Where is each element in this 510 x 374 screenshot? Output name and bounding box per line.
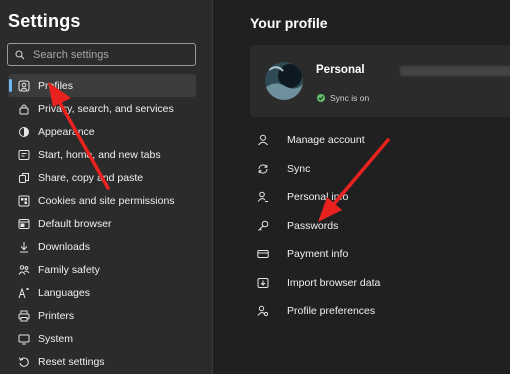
page-title: Settings xyxy=(8,11,81,31)
download-icon xyxy=(18,241,30,253)
profile-options: Manage account Sync Personal info Passwo… xyxy=(257,126,507,326)
power-icon xyxy=(18,149,30,161)
sidebar-nav: Profiles Privacy, search, and services A… xyxy=(8,74,196,373)
sidebar-item-label: Reset settings xyxy=(38,355,105,368)
sidebar-item-label: Share, copy and paste xyxy=(38,171,144,184)
sync-icon xyxy=(257,163,269,175)
option-payment-info[interactable]: Payment info xyxy=(257,240,507,269)
search-input[interactable] xyxy=(33,48,183,61)
family-icon xyxy=(18,264,30,276)
sidebar-item-reset[interactable]: Reset settings xyxy=(8,350,196,373)
check-icon xyxy=(317,94,325,102)
avatar[interactable] xyxy=(265,62,303,100)
sidebar-item-label: Cookies and site permissions xyxy=(38,194,175,207)
option-label: Passwords xyxy=(287,219,339,232)
sidebar-item-label: Default browser xyxy=(38,217,112,230)
search-box[interactable] xyxy=(7,43,196,66)
personal-info-icon xyxy=(257,191,269,203)
languages-icon xyxy=(18,286,30,299)
reset-icon xyxy=(18,356,30,368)
option-personal-info[interactable]: Personal info xyxy=(257,183,507,212)
cookies-icon xyxy=(18,195,30,207)
sidebar-item-label: Downloads xyxy=(38,240,90,253)
sidebar-item-share[interactable]: Share, copy and paste xyxy=(8,166,196,189)
browser-icon xyxy=(18,218,30,230)
sidebar: Settings Profiles Privacy, search, and s… xyxy=(0,0,212,374)
sidebar-item-privacy[interactable]: Privacy, search, and services xyxy=(8,97,196,120)
option-label: Sync xyxy=(287,162,311,175)
sidebar-item-label: Languages xyxy=(38,286,90,299)
sidebar-item-label: Profiles xyxy=(38,79,74,92)
option-label: Manage account xyxy=(287,134,365,147)
card-icon xyxy=(257,248,269,260)
sidebar-item-label: Appearance xyxy=(38,125,95,138)
share-icon xyxy=(18,172,30,184)
option-sync[interactable]: Sync xyxy=(257,155,507,184)
option-import-browser-data[interactable]: Import browser data xyxy=(257,269,507,298)
sidebar-item-label: System xyxy=(38,332,74,345)
sidebar-item-label: Printers xyxy=(38,309,75,322)
sidebar-item-default-browser[interactable]: Default browser xyxy=(8,212,196,235)
lock-icon xyxy=(18,103,30,115)
sidebar-item-cookies[interactable]: Cookies and site permissions xyxy=(8,189,196,212)
sync-status: Sync is on xyxy=(317,93,369,103)
key-icon xyxy=(257,220,269,232)
preferences-icon xyxy=(257,305,269,317)
sidebar-item-system[interactable]: System xyxy=(8,327,196,350)
import-icon xyxy=(257,277,269,289)
appearance-icon xyxy=(18,126,30,138)
printer-icon xyxy=(18,310,30,322)
profile-card: Personal Sync is on xyxy=(250,45,510,117)
sidebar-item-family-safety[interactable]: Family safety xyxy=(8,258,196,281)
system-icon xyxy=(18,333,30,345)
account-icon xyxy=(257,134,269,146)
profile-email-redacted xyxy=(400,66,510,76)
sidebar-item-downloads[interactable]: Downloads xyxy=(8,235,196,258)
main-panel: Your profile Personal Sync is on Manage … xyxy=(213,0,510,374)
sidebar-item-languages[interactable]: Languages xyxy=(8,281,196,304)
option-label: Personal info xyxy=(287,191,349,204)
profile-name: Personal xyxy=(316,64,365,76)
option-manage-account[interactable]: Manage account xyxy=(257,126,507,155)
sidebar-item-label: Start, home, and new tabs xyxy=(38,148,161,161)
sidebar-item-label: Privacy, search, and services xyxy=(38,102,174,115)
sync-status-label: Sync is on xyxy=(330,93,370,103)
option-label: Import browser data xyxy=(287,276,381,289)
sidebar-item-start-home[interactable]: Start, home, and new tabs xyxy=(8,143,196,166)
sidebar-item-appearance[interactable]: Appearance xyxy=(8,120,196,143)
sidebar-item-printers[interactable]: Printers xyxy=(8,304,196,327)
option-profile-preferences[interactable]: Profile preferences xyxy=(257,297,507,326)
option-label: Payment info xyxy=(287,248,349,261)
option-label: Profile preferences xyxy=(287,305,376,318)
sidebar-item-label: Family safety xyxy=(38,263,100,276)
section-title: Your profile xyxy=(250,15,328,31)
option-passwords[interactable]: Passwords xyxy=(257,212,507,241)
profile-icon xyxy=(18,80,30,92)
sidebar-item-profiles[interactable]: Profiles xyxy=(8,74,196,97)
search-icon xyxy=(15,49,25,59)
